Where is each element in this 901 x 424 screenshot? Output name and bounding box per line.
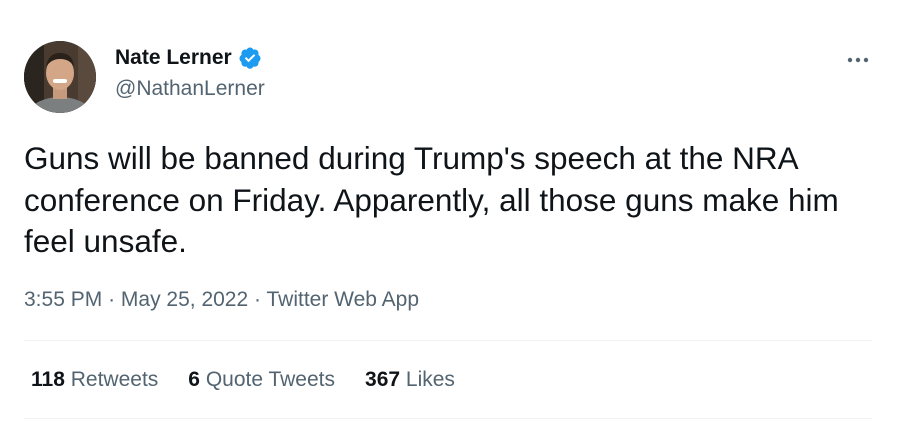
user-handle[interactable]: @NathanLerner <box>115 77 265 101</box>
quote-tweets-count: 6 <box>188 368 200 391</box>
tweet-card: Nate Lerner @NathanLerner Guns will be b… <box>0 0 901 424</box>
retweets-count: 118 <box>31 368 65 391</box>
more-options-icon[interactable] <box>843 46 873 74</box>
quote-tweets-stat[interactable]: 6 Quote Tweets <box>188 368 335 392</box>
likes-label: Likes <box>405 368 455 391</box>
display-name[interactable]: Nate Lerner <box>115 46 232 70</box>
tweet-text: Guns will be banned during Trump's speec… <box>24 140 839 259</box>
verified-badge-icon <box>238 46 262 70</box>
tweet-stats: 118 Retweets 6 Quote Tweets 367 Likes <box>31 368 455 392</box>
tweet-time[interactable]: 3:55 PM <box>24 288 102 311</box>
quote-tweets-label: Quote Tweets <box>205 368 336 391</box>
tweet-source[interactable]: Twitter Web App <box>266 288 419 311</box>
meta-separator: · <box>108 288 116 311</box>
author-name-row: Nate Lerner <box>115 46 262 70</box>
divider <box>24 418 872 419</box>
likes-count: 367 <box>365 368 401 391</box>
tweet-date[interactable]: May 25, 2022 <box>121 288 248 311</box>
avatar[interactable] <box>24 41 96 113</box>
meta-separator: · <box>254 288 262 311</box>
retweets-stat[interactable]: 118 Retweets <box>31 368 158 392</box>
divider <box>24 340 872 341</box>
likes-stat[interactable]: 367 Likes <box>365 368 455 392</box>
tweet-meta: 3:55 PM · May 25, 2022 · Twitter Web App <box>24 288 419 312</box>
retweets-label: Retweets <box>70 368 159 391</box>
